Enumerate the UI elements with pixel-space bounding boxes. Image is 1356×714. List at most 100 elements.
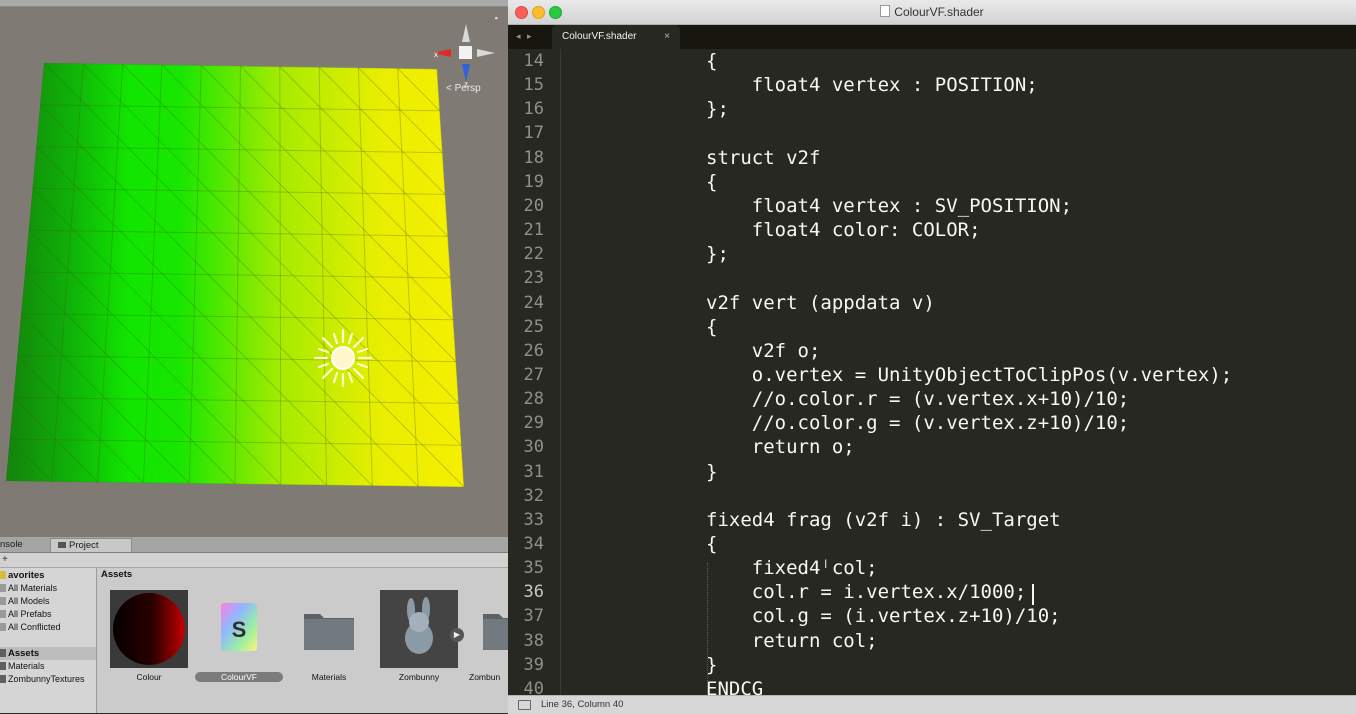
gizmo-y-axis[interactable] [462,24,470,42]
assets-header[interactable]: Assets [0,647,96,660]
code-line[interactable]: 14 { [508,49,1356,73]
asset-materials-folder[interactable] [290,590,368,668]
tab-bar: ◂ ▸ ColourVF.shader × [508,25,1356,49]
code-text[interactable]: //o.color.g = (v.vertex.z+10)/10; [706,411,1130,435]
code-line[interactable]: 20 float4 vertex : SV_POSITION; [508,194,1356,218]
asset-zombunny-model[interactable] [380,590,458,668]
gizmo-neg-x-axis[interactable] [477,49,495,57]
tab-project[interactable]: Project [50,538,132,552]
code-text[interactable]: { [706,532,717,556]
code-text[interactable]: return o; [706,435,855,459]
code-line[interactable]: 29 //o.color.g = (v.vertex.z+10)/10; [508,411,1356,435]
unity-editor: ▪ x z < Persp nsole Project + avorites A… [0,0,508,713]
code-text[interactable]: { [706,315,717,339]
code-text[interactable]: struct v2f [706,146,820,170]
code-line[interactable]: 23 [508,266,1356,290]
code-text[interactable]: return col; [706,629,878,653]
code-line[interactable]: 28 //o.color.r = (v.vertex.x+10)/10; [508,387,1356,411]
code-text[interactable]: }; [706,242,729,266]
asset-colourvf-shader[interactable]: S [200,590,278,668]
code-line[interactable]: 25 { [508,315,1356,339]
code-text[interactable]: float4 vertex : POSITION; [706,73,1038,97]
code-line[interactable]: 26 v2f o; [508,339,1356,363]
ibeam-cursor-icon: I [824,557,828,571]
code-line[interactable]: 15 float4 vertex : POSITION; [508,73,1356,97]
line-number: 38 [523,630,544,651]
code-text[interactable]: fixed4 col; [706,556,878,580]
gizmo-x-label: x [434,50,438,59]
gizmo-center-cube[interactable] [459,46,472,59]
folder-icon [304,614,354,650]
code-line[interactable]: 33 fixed4 frag (v2f i) : SV_Target [508,508,1356,532]
code-line[interactable]: 18 struct v2f [508,146,1356,170]
tab-console[interactable]: nsole [0,538,44,552]
tab-label: ColourVF.shader [562,31,637,42]
code-line[interactable]: 19 { [508,170,1356,194]
code-text[interactable]: { [706,170,717,194]
panel-toggle-icon[interactable] [518,700,531,710]
code-line[interactable]: 16}; [508,97,1356,121]
material-sphere-icon [113,593,185,665]
indent-guide [707,563,708,695]
code-editor[interactable]: 14 {15 float4 vertex : POSITION; 16}; 17 18 s… [508,49,1356,695]
code-text[interactable]: o.vertex = UnityObjectToClipPos(v.vertex… [706,363,1232,387]
sidebar-item-label: All Conflicted [8,622,61,632]
code-line[interactable]: 24 v2f vert (appdata v) [508,291,1356,315]
asset-label-materials: Materials [311,672,347,682]
code-text[interactable]: { [706,49,717,73]
status-bar: Line 36, Column 40 [508,695,1356,714]
code-line[interactable]: 17 [508,121,1356,145]
sidebar-item-label: All Materials [8,583,58,593]
create-menu-button[interactable]: + [2,553,8,567]
code-text[interactable]: float4 vertex : SV_POSITION; [706,194,1072,218]
code-text[interactable]: col.g = (i.vertex.z+10)/10; [706,604,1061,628]
code-text[interactable]: float4 color: COLOR; [706,218,981,242]
directional-light-icon[interactable] [313,328,373,388]
code-line[interactable]: 37 col.g = (i.vertex.z+10)/10; [508,604,1356,628]
code-line[interactable]: 27 o.vertex = UnityObjectToClipPos(v.ver… [508,363,1356,387]
code-line[interactable]: 30 return o; [508,435,1356,459]
sidebar-item-zombunnytextures[interactable]: ZombunnyTextures [0,673,96,686]
svg-text:S: S [232,617,247,642]
favorites-header[interactable]: avorites [0,569,96,582]
folder-icon [0,662,6,670]
code-line[interactable]: 22}; [508,242,1356,266]
sidebar-item-all-conflicted[interactable]: All Conflicted [0,621,96,634]
asset-zombun-folder[interactable] [473,590,508,668]
assets-breadcrumb[interactable]: Assets [101,569,132,580]
code-text[interactable]: //o.color.r = (v.vertex.x+10)/10; [706,387,1130,411]
asset-label-zombunny: Zombunny [398,672,440,682]
expand-asset-icon[interactable]: ▶ [450,628,464,642]
code-line[interactable]: 34 { [508,532,1356,556]
code-line[interactable]: 21 float4 color: COLOR; [508,218,1356,242]
perspective-label[interactable]: < Persp [446,83,481,94]
sidebar-item-all-prefabs[interactable]: All Prefabs [0,608,96,621]
code-line[interactable]: 39} [508,653,1356,677]
code-text[interactable]: fixed4 frag (v2f i) : SV_Target [706,508,1061,532]
lock-icon[interactable]: ▪ [495,13,498,23]
sidebar-item-materials[interactable]: Materials [0,660,96,673]
sidebar-item-all-materials[interactable]: All Materials [0,582,96,595]
tab-colourvf-shader[interactable]: ColourVF.shader × [552,25,680,49]
code-line[interactable]: 31} [508,460,1356,484]
code-line[interactable]: 40 ENDCG [508,677,1356,695]
code-line[interactable]: 35 fixed4 col; [508,556,1356,580]
code-text[interactable]: col.r = i.vertex.x/1000; [706,580,1027,604]
asset-colour-material[interactable] [110,590,188,668]
code-line[interactable]: 32 [508,484,1356,508]
folder-icon [0,675,6,683]
window-title: ColourVF.shader [508,0,1356,24]
code-text[interactable]: }; [706,97,729,121]
code-text[interactable]: v2f vert (appdata v) [706,291,935,315]
code-text[interactable]: } [706,460,717,484]
asset-label-colourvf: ColourVF [195,672,283,682]
code-text[interactable]: v2f o; [706,339,821,363]
code-text[interactable]: ENDCG [706,677,763,695]
line-number: 14 [523,51,544,71]
scene-view[interactable]: ▪ x z < Persp [0,7,508,537]
tab-navigation-arrows[interactable]: ◂ ▸ [516,25,534,47]
code-line[interactable]: 36 col.r = i.vertex.x/1000; [508,580,1356,604]
tab-close-icon[interactable]: × [664,25,670,48]
code-line[interactable]: 38 return col; [508,629,1356,653]
sidebar-item-all-models[interactable]: All Models [0,595,96,608]
